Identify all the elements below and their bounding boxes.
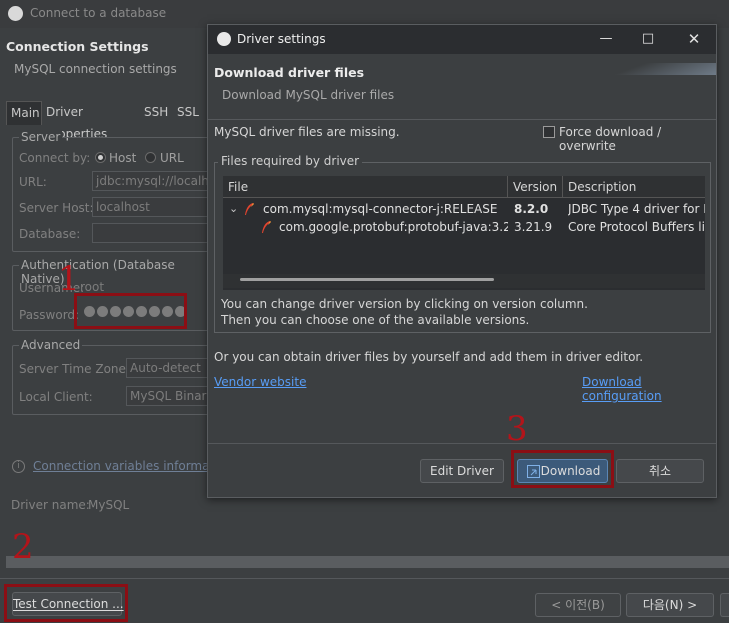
password-label: Password: xyxy=(19,308,80,322)
footer-separator xyxy=(0,578,729,579)
server-timezone-label: Server Time Zone: xyxy=(19,362,130,376)
table-row[interactable]: ⌄ com.mysql:mysql-connector-j:RELEASE 8.… xyxy=(223,200,705,218)
server-group-title: Server xyxy=(19,130,63,144)
header-banner-graphic xyxy=(578,63,716,75)
column-header-file[interactable]: File xyxy=(223,176,508,198)
chevron-down-icon[interactable]: ⌄ xyxy=(229,200,238,218)
maven-feather-icon xyxy=(262,221,271,233)
connection-settings-subheading: MySQL connection settings xyxy=(14,62,177,76)
step-2-annotation: 2 xyxy=(12,527,34,567)
download-configuration-link[interactable]: Download configuration xyxy=(582,375,716,403)
row-file-name: com.google.protobuf:protobuf-java:3.21.9 xyxy=(279,220,508,234)
minimize-icon[interactable]: — xyxy=(596,29,616,49)
database-label: Database: xyxy=(19,227,81,241)
force-download-label[interactable]: Force download / overwrite xyxy=(559,125,716,153)
test-connection-highlight-box xyxy=(4,584,128,622)
connect-by-label: Connect by: xyxy=(19,151,91,165)
version-hint-line-1: You can change driver version by clickin… xyxy=(221,297,588,311)
info-icon: i xyxy=(12,460,25,473)
dbeaver-app-icon xyxy=(217,32,231,46)
progress-strip xyxy=(6,556,729,568)
server-host-label: Server Host: xyxy=(19,201,94,215)
manual-driver-message: Or you can obtain driver files by yourse… xyxy=(214,350,644,364)
driver-settings-dialog: Driver settings — □ ✕ Download driver fi… xyxy=(207,24,717,498)
advanced-group-title: Advanced xyxy=(19,338,83,352)
local-client-select[interactable]: MySQL Binarie xyxy=(126,386,208,406)
tab-driver-properties[interactable]: Driver properties xyxy=(42,101,111,141)
connect-dialog-title: Connect to a database xyxy=(30,6,167,20)
table-scrollbar-thumb[interactable] xyxy=(240,278,494,281)
maximize-icon[interactable]: □ xyxy=(638,29,658,49)
driver-name-label: Driver name: xyxy=(11,498,90,512)
connection-variables-link[interactable]: Connection variables informatio xyxy=(33,459,225,473)
download-driver-files-subheading: Download MySQL driver files xyxy=(222,88,395,102)
next-button[interactable]: 다음(N) > xyxy=(626,593,714,617)
cancel-button[interactable]: 취소 xyxy=(616,459,704,483)
url-label: URL: xyxy=(19,175,47,189)
tab-ssl[interactable]: SSL xyxy=(173,101,203,125)
column-header-description[interactable]: Description xyxy=(563,176,705,198)
step-1-annotation: 1 xyxy=(58,259,80,299)
modal-footer-separator xyxy=(208,443,716,444)
host-radio[interactable] xyxy=(95,152,106,163)
maven-feather-icon xyxy=(245,203,254,215)
column-header-version[interactable]: Version xyxy=(508,176,563,198)
url-radio[interactable] xyxy=(145,152,156,163)
driver-settings-title: Driver settings xyxy=(237,32,326,46)
row-file-name: com.mysql:mysql-connector-j:RELEASE xyxy=(263,202,498,216)
download-highlight-box xyxy=(511,450,614,488)
dbeaver-app-icon xyxy=(8,6,23,21)
local-client-label: Local Client: xyxy=(19,390,93,404)
tab-ssh[interactable]: SSH xyxy=(140,101,172,125)
database-input[interactable] xyxy=(92,223,208,243)
server-host-input[interactable]: localhost xyxy=(92,197,208,217)
driver-name-value: MySQL xyxy=(88,498,130,512)
driver-files-table: File Version Description ⌄ com.mysql:mys… xyxy=(223,176,705,290)
edit-driver-button[interactable]: Edit Driver xyxy=(420,459,504,483)
row-version[interactable]: 3.21.9 xyxy=(514,218,562,236)
download-driver-files-heading: Download driver files xyxy=(214,65,365,80)
host-radio-label: Host xyxy=(109,151,137,165)
table-row[interactable]: com.google.protobuf:protobuf-java:3.21.9… xyxy=(223,218,705,236)
driver-missing-message: MySQL driver files are missing. xyxy=(214,125,400,139)
version-hint-line-2: Then you can choose one of the available… xyxy=(221,313,530,327)
password-highlight-box xyxy=(74,293,187,329)
close-icon[interactable]: ✕ xyxy=(684,29,704,49)
url-input[interactable]: jdbc:mysql://localhost xyxy=(92,171,208,191)
connection-settings-heading: Connection Settings xyxy=(6,39,149,54)
url-radio-label: URL xyxy=(160,151,184,165)
row-description: Core Protocol Buffers libr xyxy=(568,220,705,234)
files-required-group-title: Files required by driver xyxy=(218,154,363,168)
server-timezone-select[interactable]: Auto-detect xyxy=(126,358,208,378)
vendor-website-link[interactable]: Vendor website xyxy=(214,375,306,389)
tab-main[interactable]: Main xyxy=(6,101,42,125)
step-3-annotation: 3 xyxy=(506,409,528,449)
row-description: JDBC Type 4 driver for M xyxy=(568,202,705,216)
force-download-checkbox[interactable] xyxy=(543,126,555,138)
finish-button-partial[interactable] xyxy=(720,593,729,617)
prev-button[interactable]: < 이전(B) xyxy=(535,593,621,617)
row-version[interactable]: 8.2.0 xyxy=(514,200,562,218)
table-horizontal-scrollbar[interactable] xyxy=(223,274,705,288)
